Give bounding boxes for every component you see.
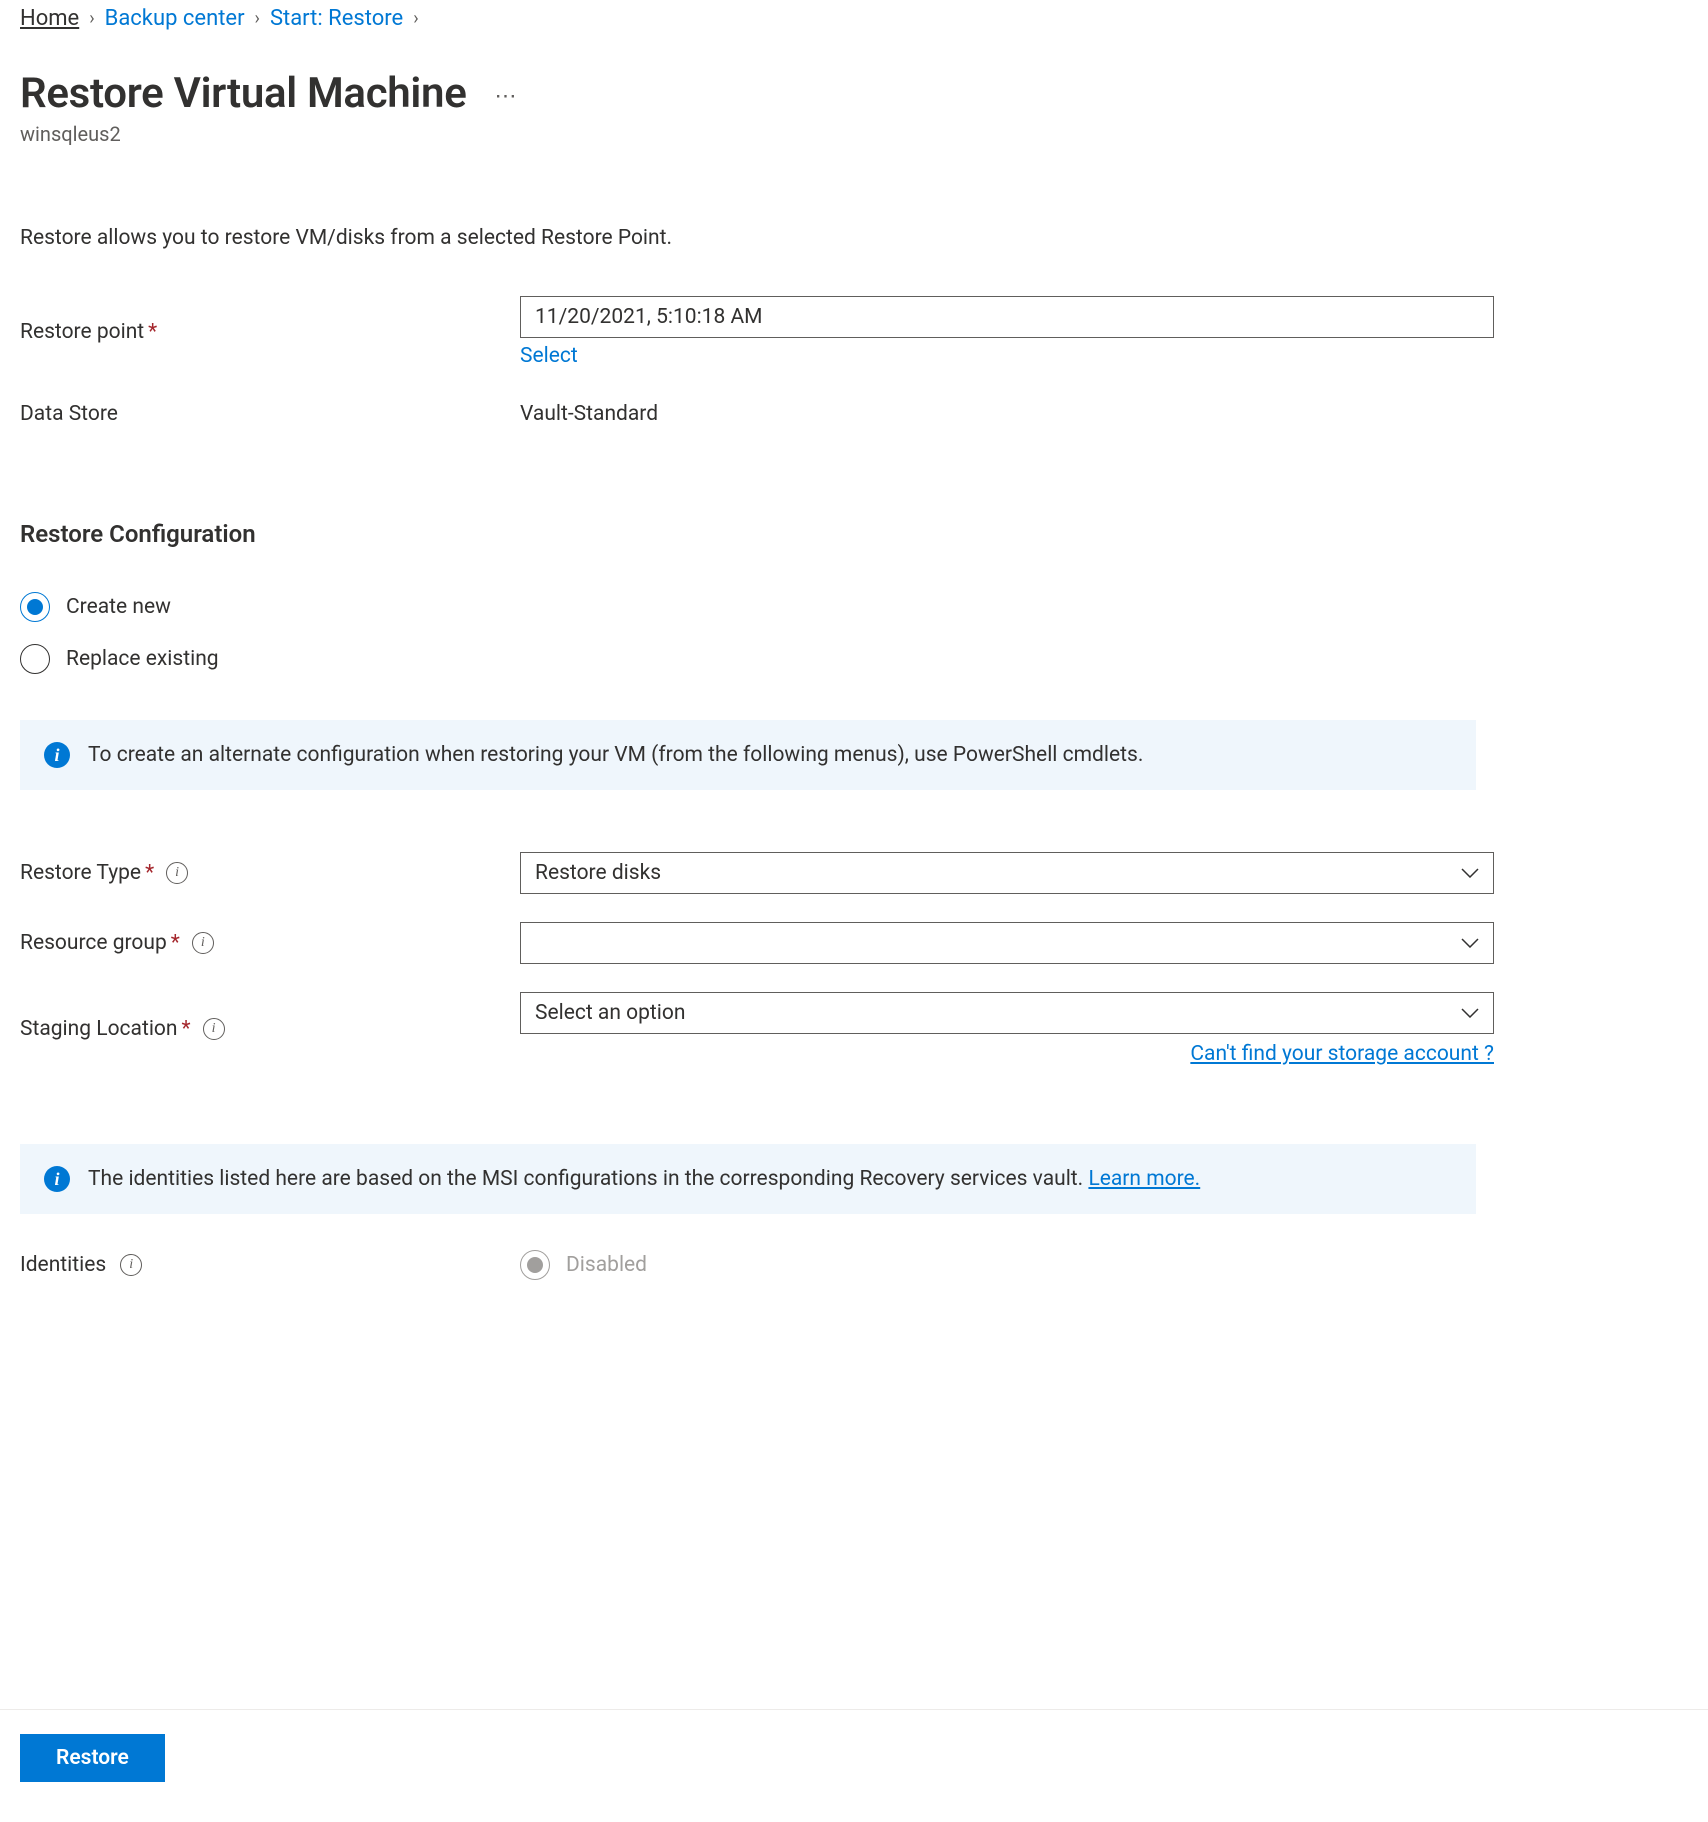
chevron-down-icon bbox=[1461, 868, 1479, 878]
restore-type-dropdown[interactable]: Restore disks bbox=[520, 852, 1494, 894]
radio-create-new[interactable]: Create new bbox=[20, 592, 1494, 622]
radio-replace-existing[interactable]: Replace existing bbox=[20, 644, 1494, 674]
info-icon[interactable]: i bbox=[120, 1254, 142, 1276]
page-description: Restore allows you to restore VM/disks f… bbox=[20, 226, 1688, 250]
radio-selected-icon bbox=[20, 592, 50, 622]
staging-location-placeholder: Select an option bbox=[535, 1001, 685, 1025]
radio-unselected-icon bbox=[20, 644, 50, 674]
chevron-down-icon bbox=[1461, 938, 1479, 948]
identities-info-banner: i The identities listed here are based o… bbox=[20, 1144, 1476, 1214]
staging-location-label: Staging Location* i bbox=[20, 1017, 520, 1041]
restore-point-label: Restore point* bbox=[20, 320, 520, 344]
resource-group-dropdown[interactable] bbox=[520, 922, 1494, 964]
info-icon: i bbox=[44, 742, 70, 768]
restore-config-radio-group: Create new Replace existing bbox=[20, 592, 1494, 674]
info-icon[interactable]: i bbox=[192, 932, 214, 954]
restore-type-value: Restore disks bbox=[535, 861, 661, 885]
alt-config-info-text: To create an alternate configuration whe… bbox=[88, 743, 1143, 767]
resource-group-label: Resource group* i bbox=[20, 931, 520, 955]
identities-label: Identities i bbox=[20, 1253, 520, 1277]
learn-more-link[interactable]: Learn more. bbox=[1088, 1167, 1200, 1191]
storage-account-help-link[interactable]: Can't find your storage account ? bbox=[1190, 1042, 1494, 1066]
restore-point-select-link[interactable]: Select bbox=[520, 344, 578, 368]
identities-disabled-label: Disabled bbox=[566, 1253, 647, 1277]
staging-location-dropdown[interactable]: Select an option bbox=[520, 992, 1494, 1034]
breadcrumb-start-restore-link[interactable]: Start: Restore bbox=[270, 6, 403, 31]
breadcrumb-home-link[interactable]: Home bbox=[20, 6, 79, 31]
restore-type-label: Restore Type* i bbox=[20, 861, 520, 885]
footer-bar: Restore bbox=[0, 1709, 1708, 1782]
alt-config-info-banner: i To create an alternate configuration w… bbox=[20, 720, 1476, 790]
identities-info-text: The identities listed here are based on … bbox=[88, 1167, 1200, 1191]
info-icon: i bbox=[44, 1166, 70, 1192]
more-actions-button[interactable]: ⋯ bbox=[495, 86, 518, 108]
breadcrumb: Home › Backup center › Start: Restore › bbox=[20, 6, 1688, 31]
chevron-right-icon: › bbox=[255, 8, 260, 29]
page-subtitle: winsqleus2 bbox=[20, 122, 1688, 146]
restore-configuration-heading: Restore Configuration bbox=[20, 520, 1494, 548]
chevron-right-icon: › bbox=[89, 8, 94, 29]
radio-replace-existing-label: Replace existing bbox=[66, 647, 219, 671]
info-icon[interactable]: i bbox=[203, 1018, 225, 1040]
restore-button[interactable]: Restore bbox=[20, 1734, 165, 1782]
info-icon[interactable]: i bbox=[166, 862, 188, 884]
data-store-value: Vault-Standard bbox=[520, 402, 1494, 426]
page-title: Restore Virtual Machine bbox=[20, 69, 467, 118]
data-store-label: Data Store bbox=[20, 402, 520, 426]
chevron-down-icon bbox=[1461, 1008, 1479, 1018]
restore-point-input[interactable] bbox=[520, 296, 1494, 338]
chevron-right-icon: › bbox=[413, 8, 418, 29]
breadcrumb-backup-center-link[interactable]: Backup center bbox=[105, 6, 245, 31]
radio-create-new-label: Create new bbox=[66, 595, 171, 619]
radio-disabled-icon bbox=[520, 1250, 550, 1280]
